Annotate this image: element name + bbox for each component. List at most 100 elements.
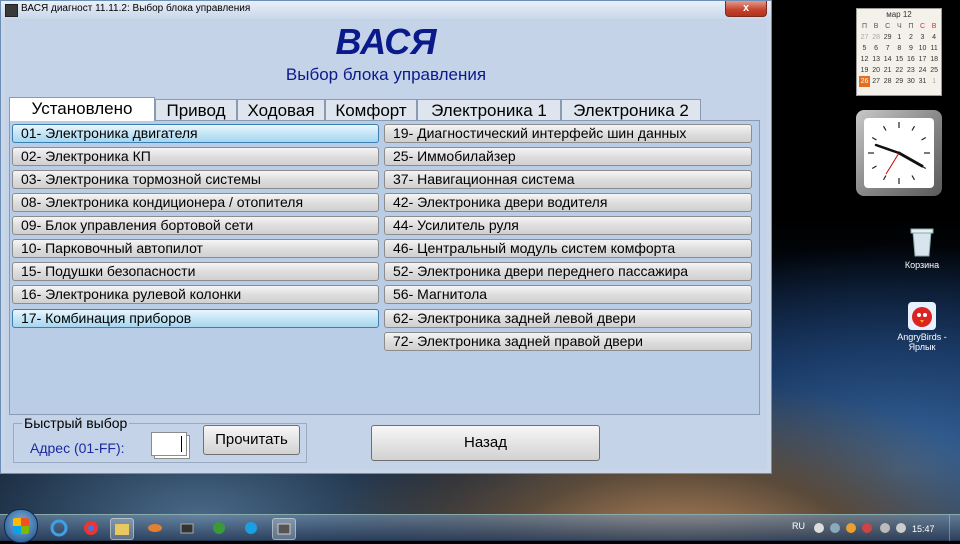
quick-select-legend: Быстрый выбор xyxy=(22,415,130,431)
module-button-16[interactable]: 16- Электроника рулевой колонки xyxy=(12,285,379,304)
calendar-day[interactable]: 24 xyxy=(917,65,928,76)
tray-flag-icon[interactable] xyxy=(862,523,872,533)
calendar-weekday: С xyxy=(919,23,926,30)
calendar-weekday: П xyxy=(908,23,914,30)
tray-network-icon[interactable] xyxy=(830,523,840,533)
recycle-bin-icon xyxy=(910,228,934,257)
calendar-day[interactable]: 4 xyxy=(929,32,940,43)
calendar-day[interactable]: 25 xyxy=(929,65,940,76)
module-button-52[interactable]: 52- Электроника двери переднего пассажир… xyxy=(384,262,752,281)
tab-electronics-2[interactable]: Электроника 2 xyxy=(561,99,701,120)
clock-time[interactable]: 15:47 xyxy=(912,524,935,534)
start-button[interactable] xyxy=(4,509,38,543)
tray-app-icon[interactable] xyxy=(846,523,856,533)
tab-installed[interactable]: Установлено xyxy=(9,97,155,121)
calendar-day[interactable]: 7 xyxy=(882,43,893,54)
vasya-taskbar-icon[interactable] xyxy=(272,518,296,540)
calendar-weekday: В xyxy=(931,23,937,30)
module-button-03[interactable]: 03- Электроника тормозной системы xyxy=(12,170,379,189)
app-taskbar-icon[interactable] xyxy=(144,518,166,538)
calendar-day[interactable]: 14 xyxy=(882,54,893,65)
module-button-01[interactable]: 01- Электроника двигателя xyxy=(12,124,379,143)
calendar-day[interactable]: 16 xyxy=(905,54,916,65)
calendar-day[interactable]: 27 xyxy=(859,32,870,43)
calendar-day[interactable]: 21 xyxy=(882,65,893,76)
calendar-day[interactable]: 2 xyxy=(905,32,916,43)
calendar-day[interactable]: 27 xyxy=(871,76,882,87)
tab-comfort[interactable]: Комфорт xyxy=(325,99,417,120)
calendar-day[interactable]: 30 xyxy=(905,76,916,87)
module-button-37[interactable]: 37- Навигационная система xyxy=(384,170,752,189)
module-button-09[interactable]: 09- Блок управления бортовой сети xyxy=(12,216,379,235)
language-indicator[interactable]: RU xyxy=(792,521,805,531)
tab-electronics-1[interactable]: Электроника 1 xyxy=(417,99,561,120)
angry-birds-icon xyxy=(908,302,936,330)
calendar-day[interactable]: 3 xyxy=(917,32,928,43)
read-button[interactable]: Прочитать xyxy=(203,425,300,455)
calendar-day[interactable]: 6 xyxy=(871,43,882,54)
close-button[interactable]: x xyxy=(725,1,767,17)
calendar-gadget[interactable]: мар 12 П В С Ч П С В 27 28 29 1 2 3 4 5 6 7 8 9 10 11 12 13 14 1… xyxy=(856,8,942,96)
module-button-62[interactable]: 62- Электроника задней левой двери xyxy=(384,309,752,328)
module-button-10[interactable]: 10- Парковочный автопилот xyxy=(12,239,379,258)
show-desktop-button[interactable] xyxy=(949,515,960,541)
calendar-day[interactable]: 22 xyxy=(894,65,905,76)
tab-drive[interactable]: Привод xyxy=(155,99,237,120)
calendar-day[interactable]: 20 xyxy=(871,65,882,76)
module-button-08[interactable]: 08- Электроника кондиционера / отопителя xyxy=(12,193,379,212)
tray-volume-icon[interactable] xyxy=(896,523,906,533)
desktop-icon-recycle-bin[interactable]: Корзина xyxy=(892,226,952,270)
tray-network-status-icon[interactable] xyxy=(880,523,890,533)
calendar-day[interactable]: 13 xyxy=(871,54,882,65)
calendar-day[interactable]: 18 xyxy=(929,54,940,65)
module-button-72[interactable]: 72- Электроника задней правой двери xyxy=(384,332,752,351)
calendar-day[interactable]: 15 xyxy=(894,54,905,65)
app-subtitle: Выбор блока управления xyxy=(285,65,487,84)
calendar-day[interactable]: 10 xyxy=(917,43,928,54)
tab-chassis[interactable]: Ходовая xyxy=(237,99,325,120)
address-input-caret-box[interactable] xyxy=(151,432,187,456)
calendar-day[interactable]: 12 xyxy=(859,54,870,65)
module-button-56[interactable]: 56- Магнитола xyxy=(384,285,752,304)
calendar-day[interactable]: 26 xyxy=(859,76,870,87)
calendar-day[interactable]: 5 xyxy=(859,43,870,54)
taskbar: RU 15:47 xyxy=(0,509,960,543)
calendar-day[interactable]: 29 xyxy=(894,76,905,87)
explorer-taskbar-icon[interactable] xyxy=(110,518,134,540)
utorrent-taskbar-icon[interactable] xyxy=(208,518,230,538)
desktop-icon-angry-birds[interactable]: AngryBirds - Ярлык xyxy=(892,302,952,352)
calendar-day[interactable]: 23 xyxy=(905,65,916,76)
calendar-day[interactable]: 8 xyxy=(894,43,905,54)
calendar-day[interactable]: 17 xyxy=(917,54,928,65)
calendar-day[interactable]: 1 xyxy=(929,76,940,87)
back-button[interactable]: Назад xyxy=(371,425,600,461)
desktop-icon-label: AngryBirds - Ярлык xyxy=(897,332,947,352)
module-button-19[interactable]: 19- Диагностический интерфейс шин данных xyxy=(384,124,752,143)
clock-gadget[interactable] xyxy=(856,110,942,196)
calendar-day[interactable]: 28 xyxy=(882,76,893,87)
text-caret xyxy=(181,436,182,452)
module-button-02[interactable]: 02- Электроника КП xyxy=(12,147,379,166)
module-button-15[interactable]: 15- Подушки безопасности xyxy=(12,262,379,281)
desktop-icon-label: Корзина xyxy=(904,260,940,270)
calendar-day[interactable]: 1 xyxy=(894,32,905,43)
chrome-taskbar-icon[interactable] xyxy=(80,518,102,538)
module-button-42[interactable]: 42- Электроника двери водителя xyxy=(384,193,752,212)
calendar-day[interactable]: 9 xyxy=(905,43,916,54)
module-button-46[interactable]: 46- Центральный модуль систем комфорта xyxy=(384,239,752,258)
calendar-day[interactable]: 19 xyxy=(859,65,870,76)
calendar-day[interactable]: 28 xyxy=(871,32,882,43)
module-button-25[interactable]: 25- Иммобилайзер xyxy=(384,147,752,166)
clock-hands-icon xyxy=(868,122,930,184)
calendar-day[interactable]: 29 xyxy=(882,32,893,43)
calendar-day[interactable]: 11 xyxy=(929,43,940,54)
ie-taskbar-icon[interactable] xyxy=(48,518,70,538)
terminal-taskbar-icon[interactable] xyxy=(176,518,198,538)
title-bar[interactable]: ВАСЯ диагност 11.11.2: Выбор блока управ… xyxy=(1,1,771,19)
module-button-17[interactable]: 17- Комбинация приборов xyxy=(12,309,379,328)
calendar-day[interactable]: 31 xyxy=(917,76,928,87)
tray-arrow-icon[interactable] xyxy=(814,523,824,533)
skype-taskbar-icon[interactable] xyxy=(240,518,262,538)
module-button-44[interactable]: 44- Усилитель руля xyxy=(384,216,752,235)
address-label: Адрес (01-FF): xyxy=(30,440,125,456)
